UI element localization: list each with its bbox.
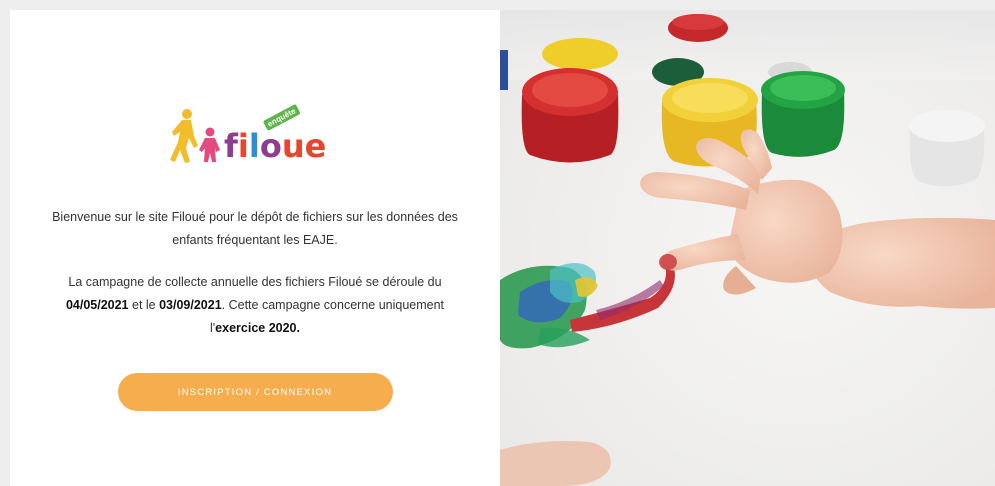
campaign-text: La campagne de collecte annuelle des fic… <box>45 271 465 340</box>
intro-line-2: enfants fréquentant les EAJE. <box>172 233 338 247</box>
hero-image <box>500 10 995 486</box>
finger-painting-illustration <box>500 10 995 486</box>
welcome-panel: filoue enquête Bienvenue sur le site Fil… <box>10 10 500 486</box>
logo-letter-e: e <box>304 127 327 165</box>
campaign-text-1: La campagne de collecte annuelle des fic… <box>68 275 442 289</box>
campaign-exercise: exercice 2020. <box>215 321 300 335</box>
campaign-end-date: 03/09/2021 <box>159 298 222 312</box>
logo-letter-i: i <box>237 127 249 165</box>
logo-letter-o: o <box>259 127 282 165</box>
logo-letter-u: u <box>281 127 305 165</box>
children-pictogram-icon <box>170 109 220 163</box>
campaign-start-date: 04/05/2021 <box>65 298 129 312</box>
campaign-text-3: . Cette campagne concerne uniquement <box>221 298 445 312</box>
campaign-text-2: et le <box>128 298 160 312</box>
intro-text: Bienvenue sur le site Filoué pour le dép… <box>20 206 490 252</box>
intro-line-1: Bienvenue sur le site Filoué pour le dép… <box>52 210 458 224</box>
logo-wordmark: filoue <box>224 128 326 164</box>
logo-letter-f: f <box>224 127 238 165</box>
filoue-logo: filoue enquête <box>170 104 340 168</box>
logo-letter-l: l <box>248 127 260 165</box>
main-card: filoue enquête Bienvenue sur le site Fil… <box>10 10 995 486</box>
signup-login-button[interactable]: INSCRIPTION / CONNEXION <box>117 373 393 411</box>
